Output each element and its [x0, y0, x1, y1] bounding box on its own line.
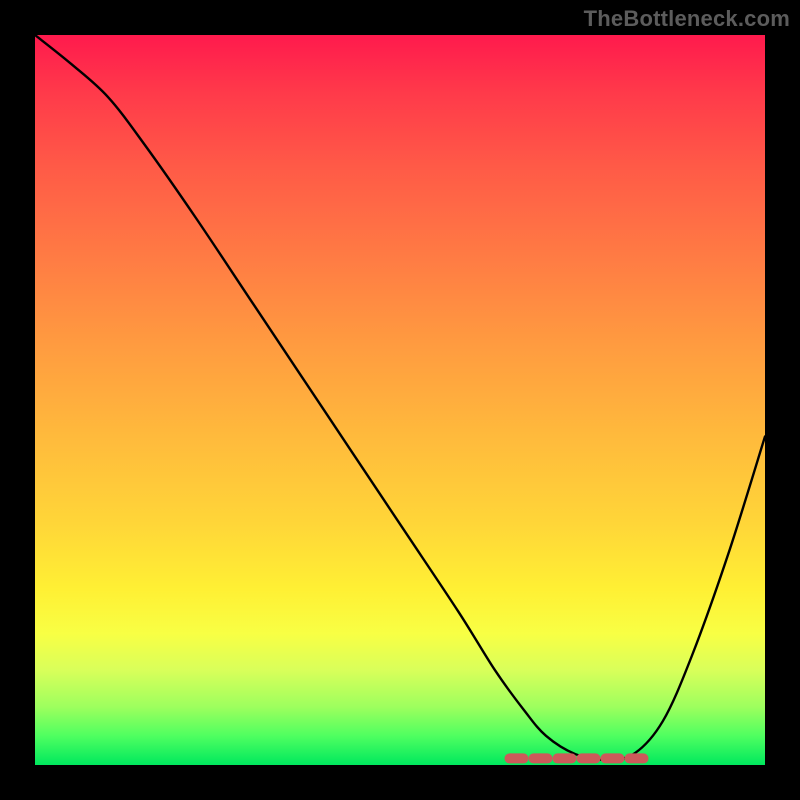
bottleneck-curve — [35, 35, 765, 765]
chart-area — [35, 35, 765, 765]
curve-path — [35, 35, 765, 760]
watermark-text: TheBottleneck.com — [584, 6, 790, 32]
